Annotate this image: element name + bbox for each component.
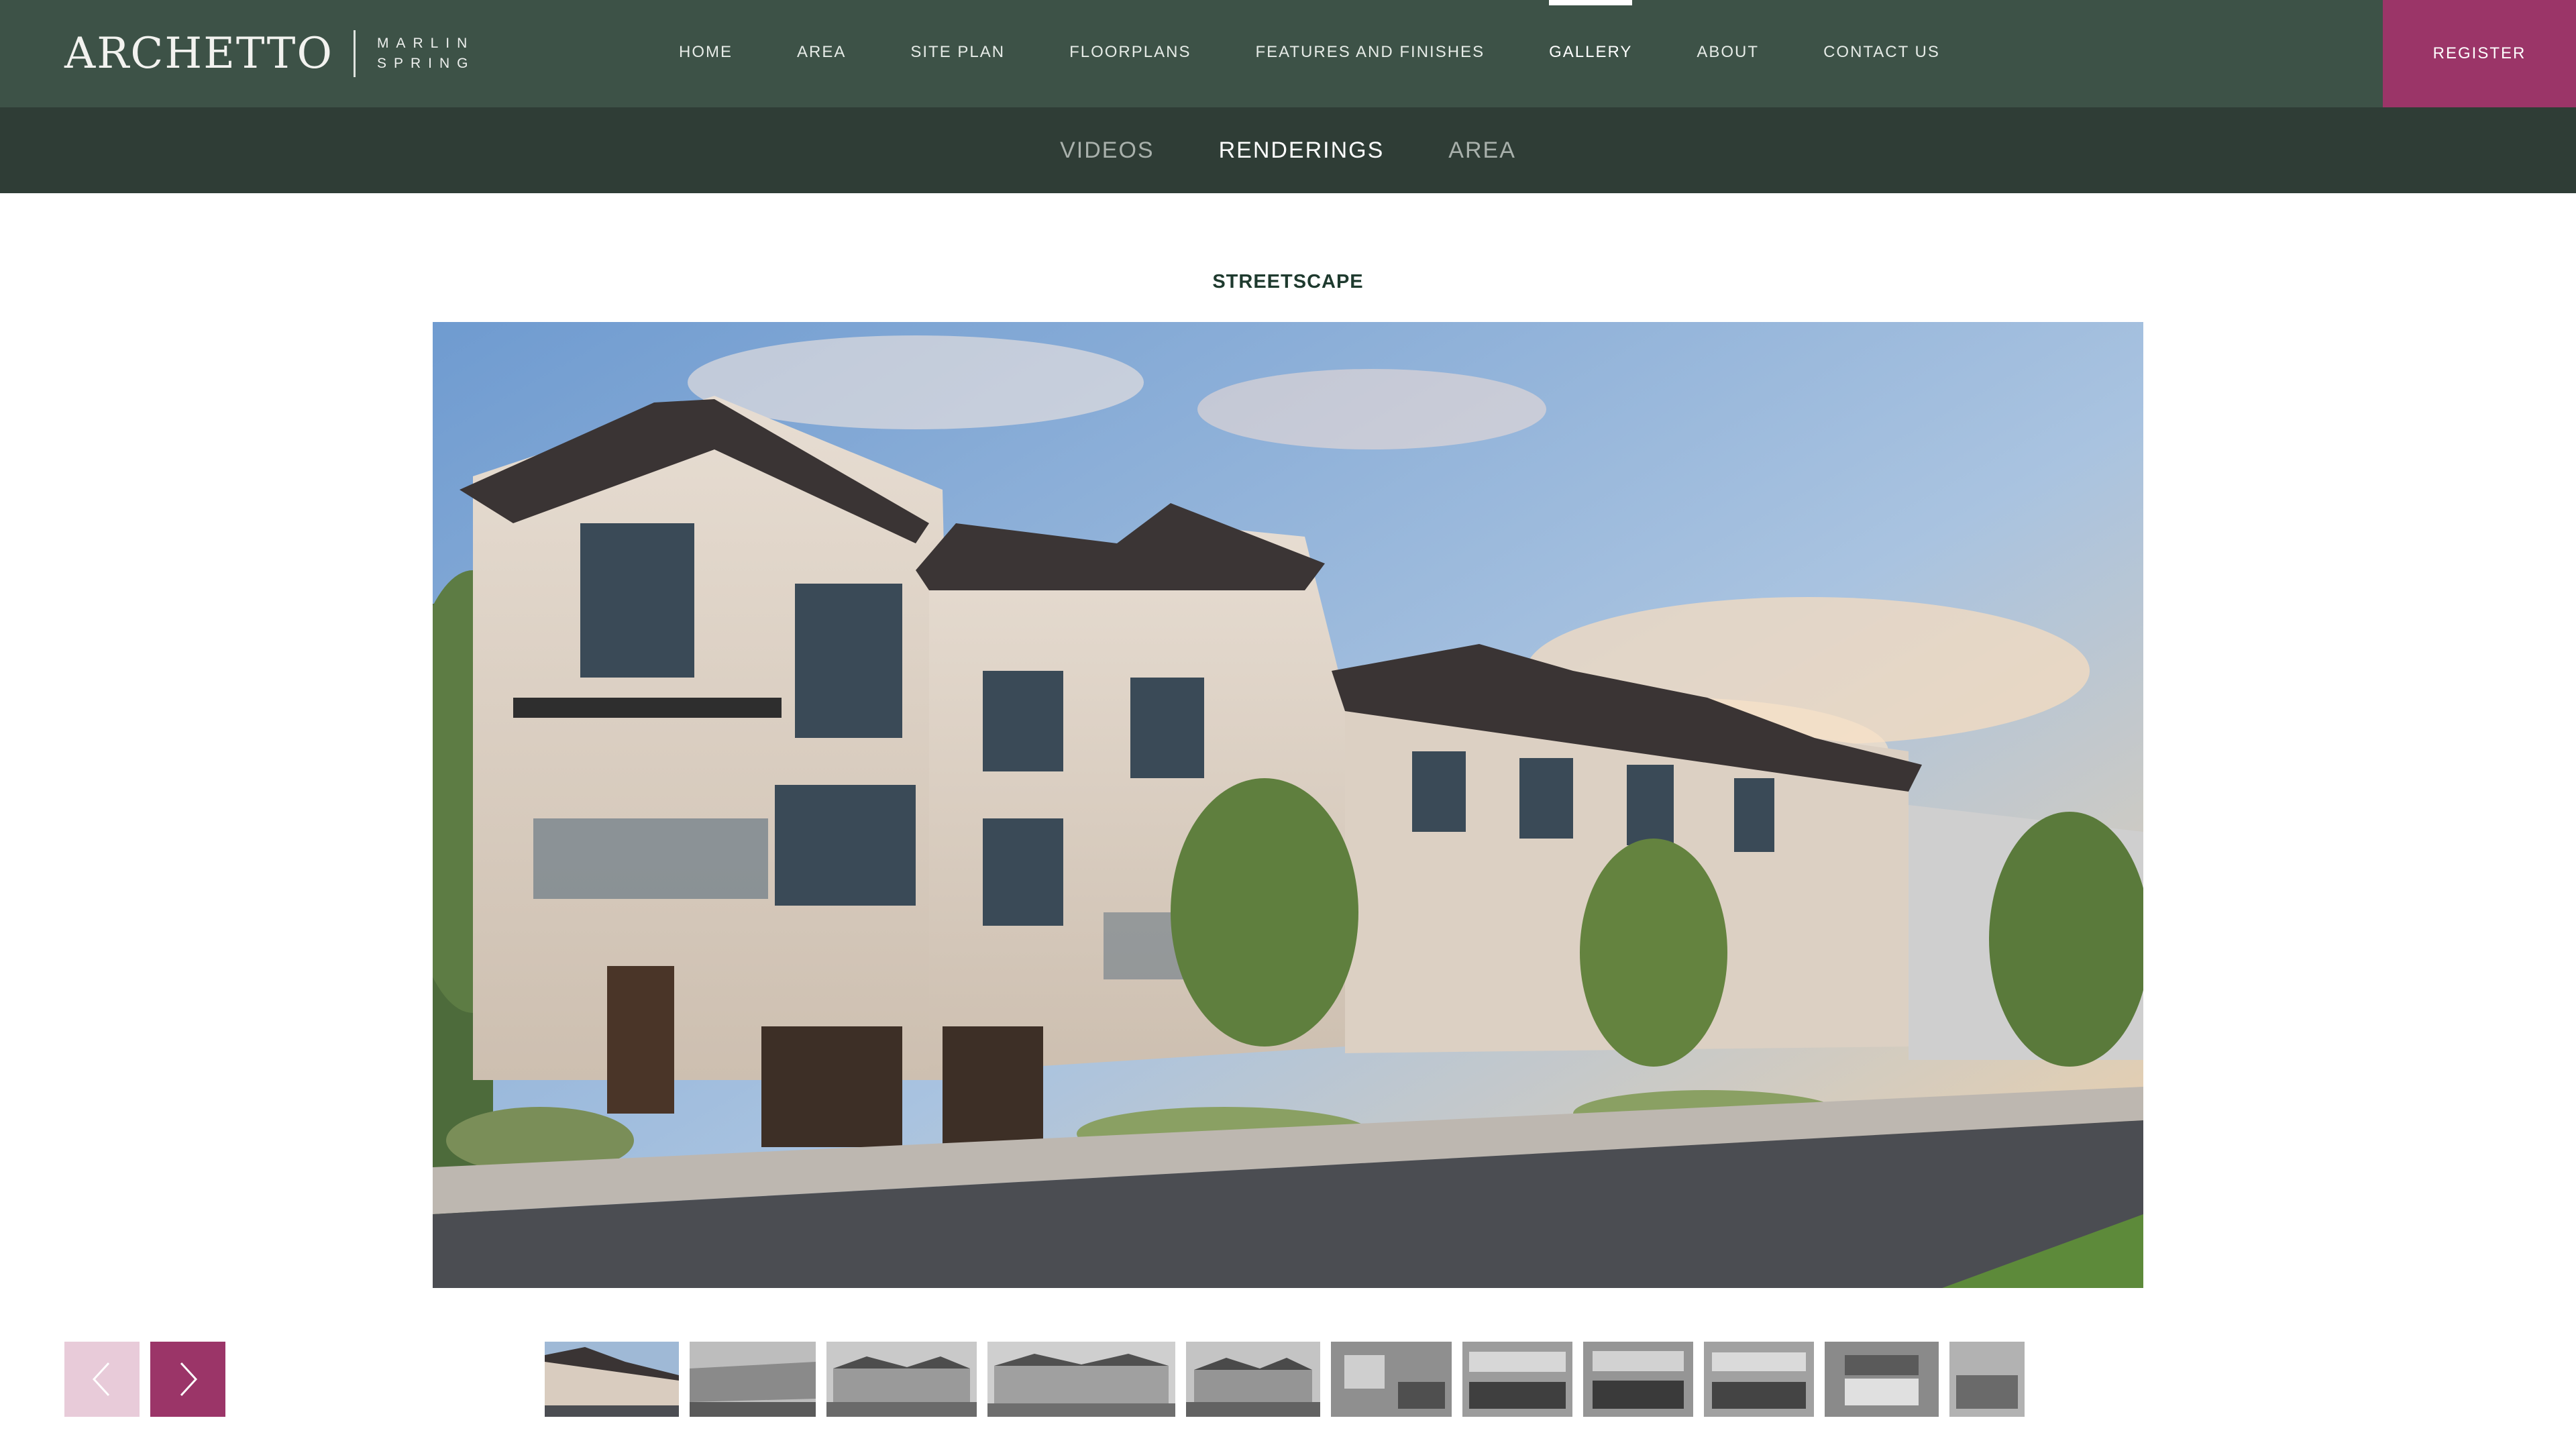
nav-floorplans[interactable]: FLOORPLANS (1069, 0, 1191, 107)
tab-renderings[interactable]: RENDERINGS (1219, 138, 1385, 164)
gallery-tabs: VIDEOS RENDERINGS AREA (0, 107, 2576, 193)
thumbnail-image (1186, 1342, 1320, 1417)
nav-features-and-finishes[interactable]: FEATURES AND FINISHES (1255, 0, 1485, 107)
thumbnail-image (1825, 1342, 1939, 1417)
tab-area[interactable]: AREA (1448, 138, 1516, 164)
thumbnail-interior-1[interactable] (1331, 1342, 1452, 1417)
previous-slide-button[interactable] (64, 1342, 140, 1417)
thumbnail-image (1949, 1342, 2025, 1417)
thumbnail-rendering-4[interactable] (987, 1342, 1175, 1417)
thumbnail-strip (545, 1342, 2025, 1417)
thumbnail-image (1462, 1342, 1572, 1417)
register-button[interactable]: REGISTER (2383, 0, 2576, 107)
thumbnail-image (545, 1342, 679, 1417)
thumbnail-interior-5[interactable] (1825, 1342, 1939, 1417)
thumbnail-image (690, 1342, 816, 1417)
thumbnail-interior-6[interactable] (1949, 1342, 2025, 1417)
thumbnail-interior-4[interactable] (1704, 1342, 1814, 1417)
streetscape-illustration (433, 322, 2143, 1288)
hero-rendering-image (433, 322, 2143, 1288)
thumbnail-rendering-5[interactable] (1186, 1342, 1320, 1417)
nav-gallery[interactable]: GALLERY (1549, 0, 1633, 107)
thumbnail-rendering-2[interactable] (690, 1342, 816, 1417)
brand-sub-line2: SPRING (376, 56, 476, 71)
chevron-right-icon (180, 1362, 198, 1397)
thumbnail-image (987, 1342, 1175, 1417)
thumbnail-streetscape-color[interactable] (545, 1342, 679, 1417)
brand-name: ARCHETTO (64, 29, 333, 78)
nav-about[interactable]: ABOUT (1697, 0, 1759, 107)
slide-title: STREETSCAPE (1212, 271, 1364, 292)
thumbnail-interior-2[interactable] (1462, 1342, 1572, 1417)
nav-contact-us[interactable]: CONTACT US (1823, 0, 1940, 107)
tab-videos[interactable]: VIDEOS (1060, 138, 1154, 164)
logo-divider (353, 30, 356, 77)
chevron-left-icon (92, 1362, 110, 1397)
brand-sub-line1: MARLIN (376, 36, 475, 51)
thumbnail-rendering-3[interactable] (826, 1342, 977, 1417)
thumbnail-interior-3[interactable] (1583, 1342, 1693, 1417)
next-slide-button[interactable] (150, 1342, 225, 1417)
nav-home[interactable]: HOME (679, 0, 733, 107)
thumbnail-image (826, 1342, 977, 1417)
thumbnail-image (1583, 1342, 1693, 1417)
brand-logo[interactable]: ARCHETTO MARLIN SPRING (64, 24, 475, 83)
nav-site-plan[interactable]: SITE PLAN (910, 0, 1005, 107)
top-navigation-bar: ARCHETTO MARLIN SPRING HOME AREA SITE PL… (0, 0, 2576, 107)
main-menu: HOME AREA SITE PLAN FLOORPLANS FEATURES … (679, 0, 2004, 107)
thumbnail-image (1704, 1342, 1814, 1417)
brand-subtitle: MARLIN SPRING (377, 36, 476, 72)
thumbnail-image (1331, 1342, 1452, 1417)
nav-area[interactable]: AREA (797, 0, 846, 107)
